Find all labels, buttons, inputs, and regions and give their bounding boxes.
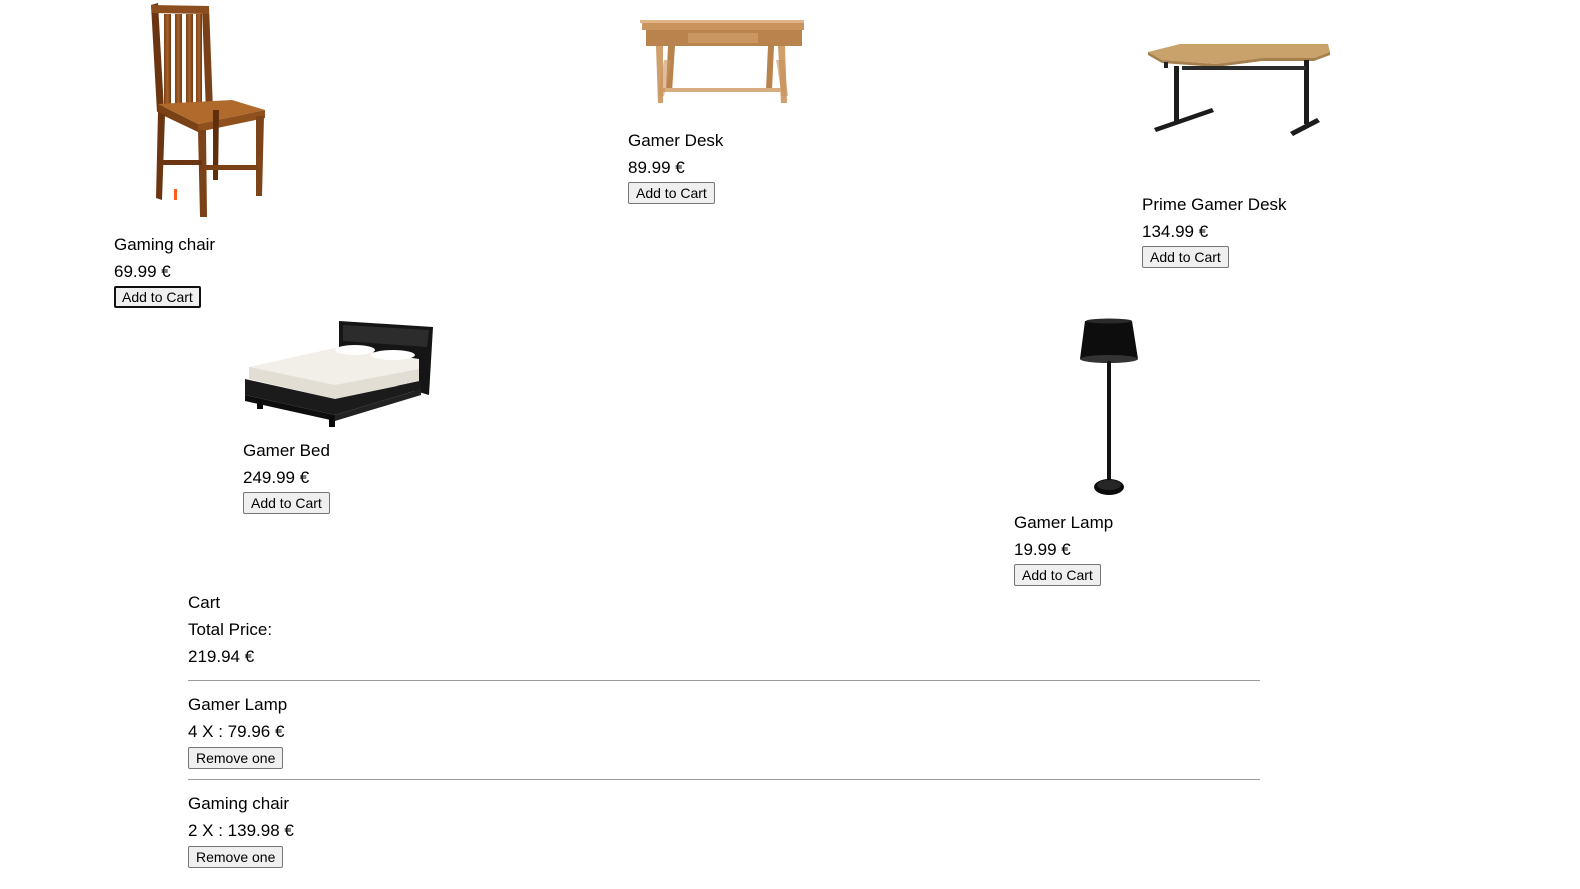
desk-icon: [628, 0, 808, 127]
cart-item: Gaming chair 2 X : 139.98 € Remove one: [188, 790, 1260, 868]
cart-item: Gamer Lamp 4 X : 79.96 € Remove one: [188, 691, 1260, 769]
product-name: Prime Gamer Desk: [1142, 195, 1287, 214]
remove-one-button[interactable]: Remove one: [188, 846, 284, 868]
cart-item-name: Gaming chair: [188, 794, 290, 813]
cart-item-summary: 2 X : 139.98 €: [188, 821, 294, 840]
chair-icon: [114, 0, 284, 231]
product-name: Gaming chair: [114, 235, 216, 254]
divider: [188, 779, 1260, 780]
product-price: 89.99 €: [628, 158, 685, 177]
add-to-cart-button[interactable]: Add to Cart: [628, 182, 715, 204]
add-to-cart-button[interactable]: Add to Cart: [243, 492, 330, 514]
product-price: 249.99 €: [243, 468, 310, 487]
product-name: Gamer Bed: [243, 441, 330, 460]
add-to-cart-button[interactable]: Add to Cart: [1142, 246, 1229, 268]
product-price: 69.99 €: [114, 262, 171, 281]
cart-item-summary: 4 X : 79.96 €: [188, 722, 285, 741]
add-to-cart-button[interactable]: Add to Cart: [114, 286, 201, 308]
total-price-label: Total Price:: [188, 620, 273, 639]
product-card-prime-gamer-desk: Prime Gamer Desk 134.99 € Add to Cart: [1142, 0, 1342, 268]
floor-lamp-icon: [1014, 315, 1154, 509]
corner-desk-icon: [1142, 0, 1342, 191]
remove-one-button[interactable]: Remove one: [188, 747, 284, 769]
add-to-cart-button[interactable]: Add to Cart: [1014, 564, 1101, 586]
cart-item-name: Gamer Lamp: [188, 695, 288, 714]
product-price: 19.99 €: [1014, 540, 1071, 559]
product-name: Gamer Desk: [628, 131, 724, 150]
cart-section: Cart Total Price: 219.94 € Gamer Lamp 4 …: [188, 589, 1260, 868]
bed-icon: [243, 315, 443, 437]
product-card-gamer-desk: Gamer Desk 89.99 € Add to Cart: [628, 0, 808, 204]
product-card-gaming-chair: Gaming chair 69.99 € Add to Cart: [114, 0, 284, 308]
product-card-gamer-bed: Gamer Bed 249.99 € Add to Cart: [243, 315, 443, 514]
total-price-value: 219.94 €: [188, 647, 255, 666]
product-card-gamer-lamp: Gamer Lamp 19.99 € Add to Cart: [1014, 315, 1154, 586]
cart-title: Cart: [188, 593, 221, 612]
product-price: 134.99 €: [1142, 222, 1209, 241]
divider: [188, 680, 1260, 681]
product-name: Gamer Lamp: [1014, 513, 1114, 532]
